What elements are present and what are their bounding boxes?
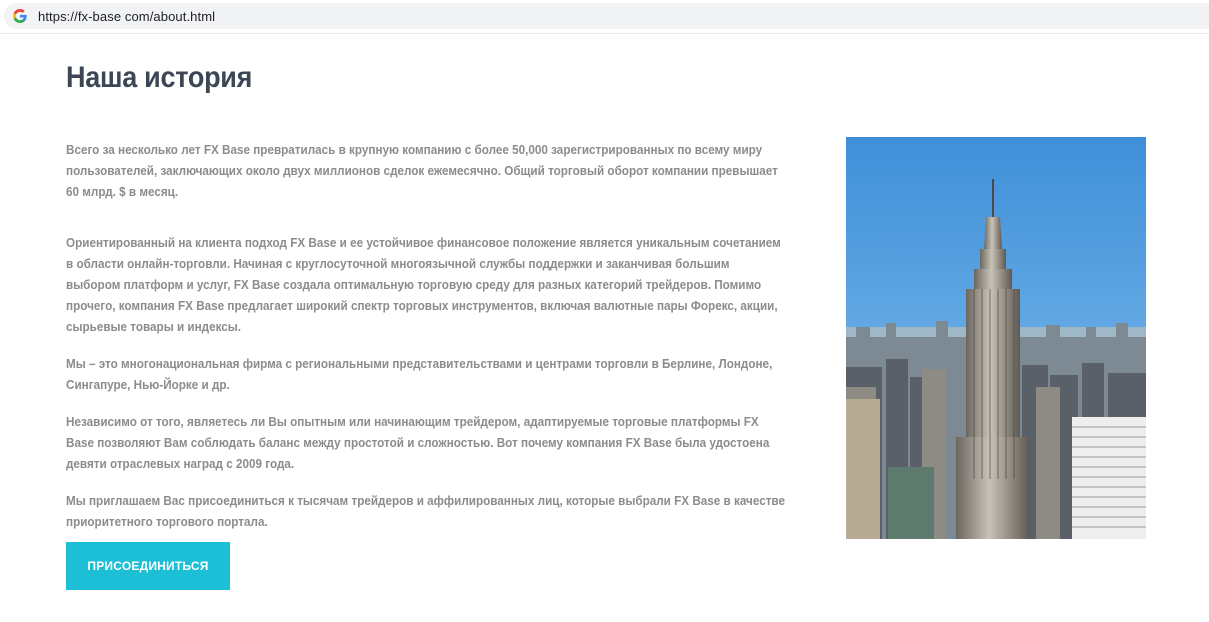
paragraph-company-growth: Всего за несколько лет FX Base превратил… (66, 142, 778, 199)
about-page: Наша история Всего за несколько лет FX B… (0, 35, 1209, 622)
google-g-icon (12, 8, 28, 24)
paragraph-client-approach: Ориентированный на клиента подход FX Bas… (66, 235, 781, 334)
browser-toolbar: https://fx-base com/about.html (0, 0, 1209, 34)
paragraph-offices: Мы – это многонациональная фирма с регио… (66, 356, 773, 392)
page-title: Наша история (66, 61, 253, 94)
paragraph-platforms: Независимо от того, являетесь ли Вы опыт… (66, 414, 770, 471)
url-text[interactable]: https://fx-base com/about.html (38, 9, 215, 24)
empire-state-building-photo (846, 137, 1146, 539)
address-bar[interactable]: https://fx-base com/about.html (4, 3, 1209, 29)
paragraph-invitation: Мы приглашаем Вас присоединиться к тысяч… (66, 493, 785, 529)
join-button[interactable]: ПРИСОЕДИНИТЬСЯ (66, 542, 230, 590)
about-text-column: Всего за несколько лет FX Base превратил… (66, 139, 786, 548)
